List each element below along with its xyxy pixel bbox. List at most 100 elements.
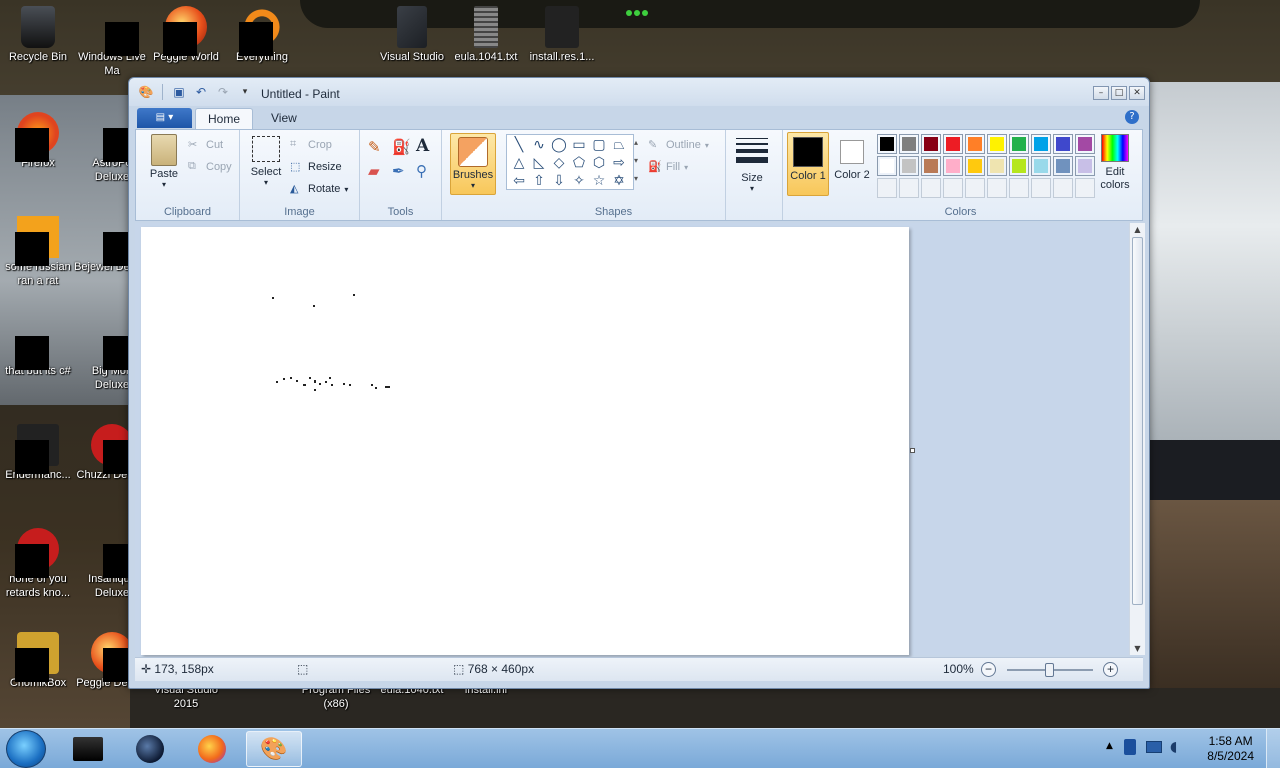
desktop-icon-endermanch[interactable]: Endermanc... [0, 424, 76, 482]
custom-color-slot[interactable] [965, 178, 985, 198]
shapes-gallery[interactable]: ╲ ∿ ◯ ▭ ▢ ⏢ △ ◺ ◇ ⬠ ⬡ ⇨ ⇦ ⇧ ⇩ ✧ ☆ ✡ [506, 134, 634, 190]
palette-swatch[interactable] [965, 156, 985, 176]
redo-icon[interactable]: ↷ [214, 84, 232, 100]
custom-color-slot[interactable] [877, 178, 897, 198]
desktop-icon-none-of-you[interactable]: none of you retards kno... [0, 528, 76, 600]
desktop-icon-recycle-bin[interactable]: Recycle Bin [0, 6, 76, 64]
shapes-scroll[interactable]: ▴ ▾ ▾ [634, 134, 644, 188]
palette-swatch[interactable] [1009, 134, 1029, 154]
rounded-rectangle-shape-icon[interactable]: ▢ [589, 136, 609, 154]
taskbar-paint[interactable]: 🎨 [246, 731, 302, 767]
oval-shape-icon[interactable]: ◯ [549, 136, 569, 154]
maximize-button[interactable]: □ [1111, 86, 1127, 100]
pencil-icon[interactable]: ✎ [368, 138, 381, 156]
palette-swatch[interactable] [1075, 156, 1095, 176]
help-icon[interactable]: ? [1125, 110, 1139, 124]
taskbar-app-globe[interactable] [122, 731, 178, 767]
drawing-canvas[interactable] [141, 227, 909, 655]
palette-swatch[interactable] [1053, 156, 1073, 176]
magnifier-icon[interactable]: ⚲ [416, 162, 427, 180]
taskbar-firefox[interactable] [184, 731, 240, 767]
four-point-star-shape-icon[interactable]: ✧ [569, 172, 589, 190]
paint-menu-button[interactable]: ▤ ▾ [137, 108, 192, 128]
tab-home[interactable]: Home [195, 108, 254, 129]
zoom-out-icon[interactable]: − [981, 662, 996, 677]
palette-swatch[interactable] [943, 134, 963, 154]
hexagon-shape-icon[interactable]: ⬡ [589, 154, 609, 172]
vertical-scrollbar[interactable]: ▲ ▼ [1129, 223, 1145, 655]
desktop-icon-peggle-world[interactable]: Peggle World [148, 6, 224, 64]
desktop-icon-eula-1041[interactable]: eula.1041.txt [448, 6, 524, 64]
color-picker-icon[interactable]: ✒ [392, 162, 405, 180]
palette-swatch[interactable] [1009, 156, 1029, 176]
title-bar[interactable]: 🎨 ▣ ↶ ↷ ▾ Untitled - Paint – □ ✕ [129, 78, 1149, 106]
desktop-icon-chomikbox[interactable]: ChomikBox [0, 632, 76, 690]
desktop-icon-everything[interactable]: Everything [224, 6, 300, 64]
show-hidden-icons-icon[interactable]: ▲ [1106, 741, 1113, 751]
desktop-icon-some-russian[interactable]: some russian ran a rat [0, 216, 76, 288]
color1-button[interactable]: Color 1 [787, 132, 829, 196]
rotate-button[interactable]: ◭ Rotate ▾ [290, 182, 348, 196]
undo-icon[interactable]: ↶ [192, 84, 210, 100]
volume-icon[interactable]: ◖ [1170, 739, 1177, 755]
palette-swatch[interactable] [987, 156, 1007, 176]
close-button[interactable]: ✕ [1129, 86, 1145, 100]
five-point-star-shape-icon[interactable]: ☆ [589, 172, 609, 190]
show-desktop-button[interactable] [1266, 729, 1280, 768]
palette-swatch[interactable] [1031, 134, 1051, 154]
tray-app-icon[interactable] [1124, 739, 1136, 755]
palette-swatch[interactable] [921, 134, 941, 154]
custom-color-slot[interactable] [1031, 178, 1051, 198]
eraser-icon[interactable]: ▰ [368, 162, 380, 180]
rectangle-shape-icon[interactable]: ▭ [569, 136, 589, 154]
up-arrow-shape-icon[interactable]: ⇧ [529, 172, 549, 190]
scrollbar-thumb[interactable] [1132, 237, 1143, 605]
minimize-button[interactable]: – [1093, 86, 1109, 100]
triangle-shape-icon[interactable]: △ [509, 154, 529, 172]
right-triangle-shape-icon[interactable]: ◺ [529, 154, 549, 172]
palette-swatch[interactable] [1075, 134, 1095, 154]
palette-swatch[interactable] [921, 156, 941, 176]
resize-button[interactable]: ⬚ Resize [290, 160, 342, 174]
outline-button[interactable]: ✎ Outline ▾ [648, 138, 709, 152]
save-icon[interactable]: ▣ [170, 84, 188, 100]
palette-swatch[interactable] [987, 134, 1007, 154]
cut-button[interactable]: ✂ Cut [188, 138, 223, 152]
network-icon[interactable] [1146, 741, 1162, 753]
desktop-icon-firefox[interactable]: Firefox [0, 112, 76, 170]
fill-bucket-icon[interactable]: ⛽ [392, 138, 411, 156]
tab-view[interactable]: View [259, 108, 309, 129]
custom-color-slot[interactable] [1075, 178, 1095, 198]
start-button[interactable] [6, 730, 46, 768]
canvas-resize-handle[interactable] [910, 448, 915, 453]
diamond-shape-icon[interactable]: ◇ [549, 154, 569, 172]
polygon-shape-icon[interactable]: ⏢ [609, 136, 629, 154]
desktop-icon-install-res[interactable]: install.res.1... [524, 6, 600, 64]
custom-color-slot[interactable] [899, 178, 919, 198]
palette-swatch[interactable] [899, 156, 919, 176]
desktop-icon-visual-studio[interactable]: Visual Studio [374, 6, 450, 64]
zoom-slider-thumb[interactable] [1045, 663, 1054, 677]
color2-button[interactable]: Color 2 [831, 132, 873, 196]
left-arrow-shape-icon[interactable]: ⇦ [509, 172, 529, 190]
desktop-icon-windows-live[interactable]: Windows Live Ma [74, 6, 150, 78]
select-button[interactable]: Select ▾ [246, 134, 286, 187]
crop-button[interactable]: ⌗ Crop [290, 138, 332, 152]
line-shape-icon[interactable]: ╲ [509, 136, 529, 154]
six-point-star-shape-icon[interactable]: ✡ [609, 172, 629, 190]
zoom-in-icon[interactable]: + [1103, 662, 1118, 677]
palette-swatch[interactable] [943, 156, 963, 176]
custom-color-slot[interactable] [987, 178, 1007, 198]
edit-colors-button[interactable]: Edit colors [1093, 134, 1137, 192]
desktop-icon-that-but-its-csharp[interactable]: that but its c# [0, 320, 76, 378]
taskbar-explorer[interactable] [60, 731, 116, 767]
custom-color-slot[interactable] [943, 178, 963, 198]
palette-swatch[interactable] [1053, 134, 1073, 154]
scroll-up-icon[interactable]: ▲ [1130, 225, 1145, 234]
paste-button[interactable]: Paste ▾ [144, 134, 184, 189]
brushes-button[interactable]: Brushes ▾ [450, 133, 496, 195]
clock[interactable]: 1:58 AM 8/5/2024 [1207, 734, 1254, 764]
copy-button[interactable]: ⧉ Copy [188, 160, 232, 174]
palette-swatch[interactable] [1031, 156, 1051, 176]
palette-swatch[interactable] [877, 156, 897, 176]
